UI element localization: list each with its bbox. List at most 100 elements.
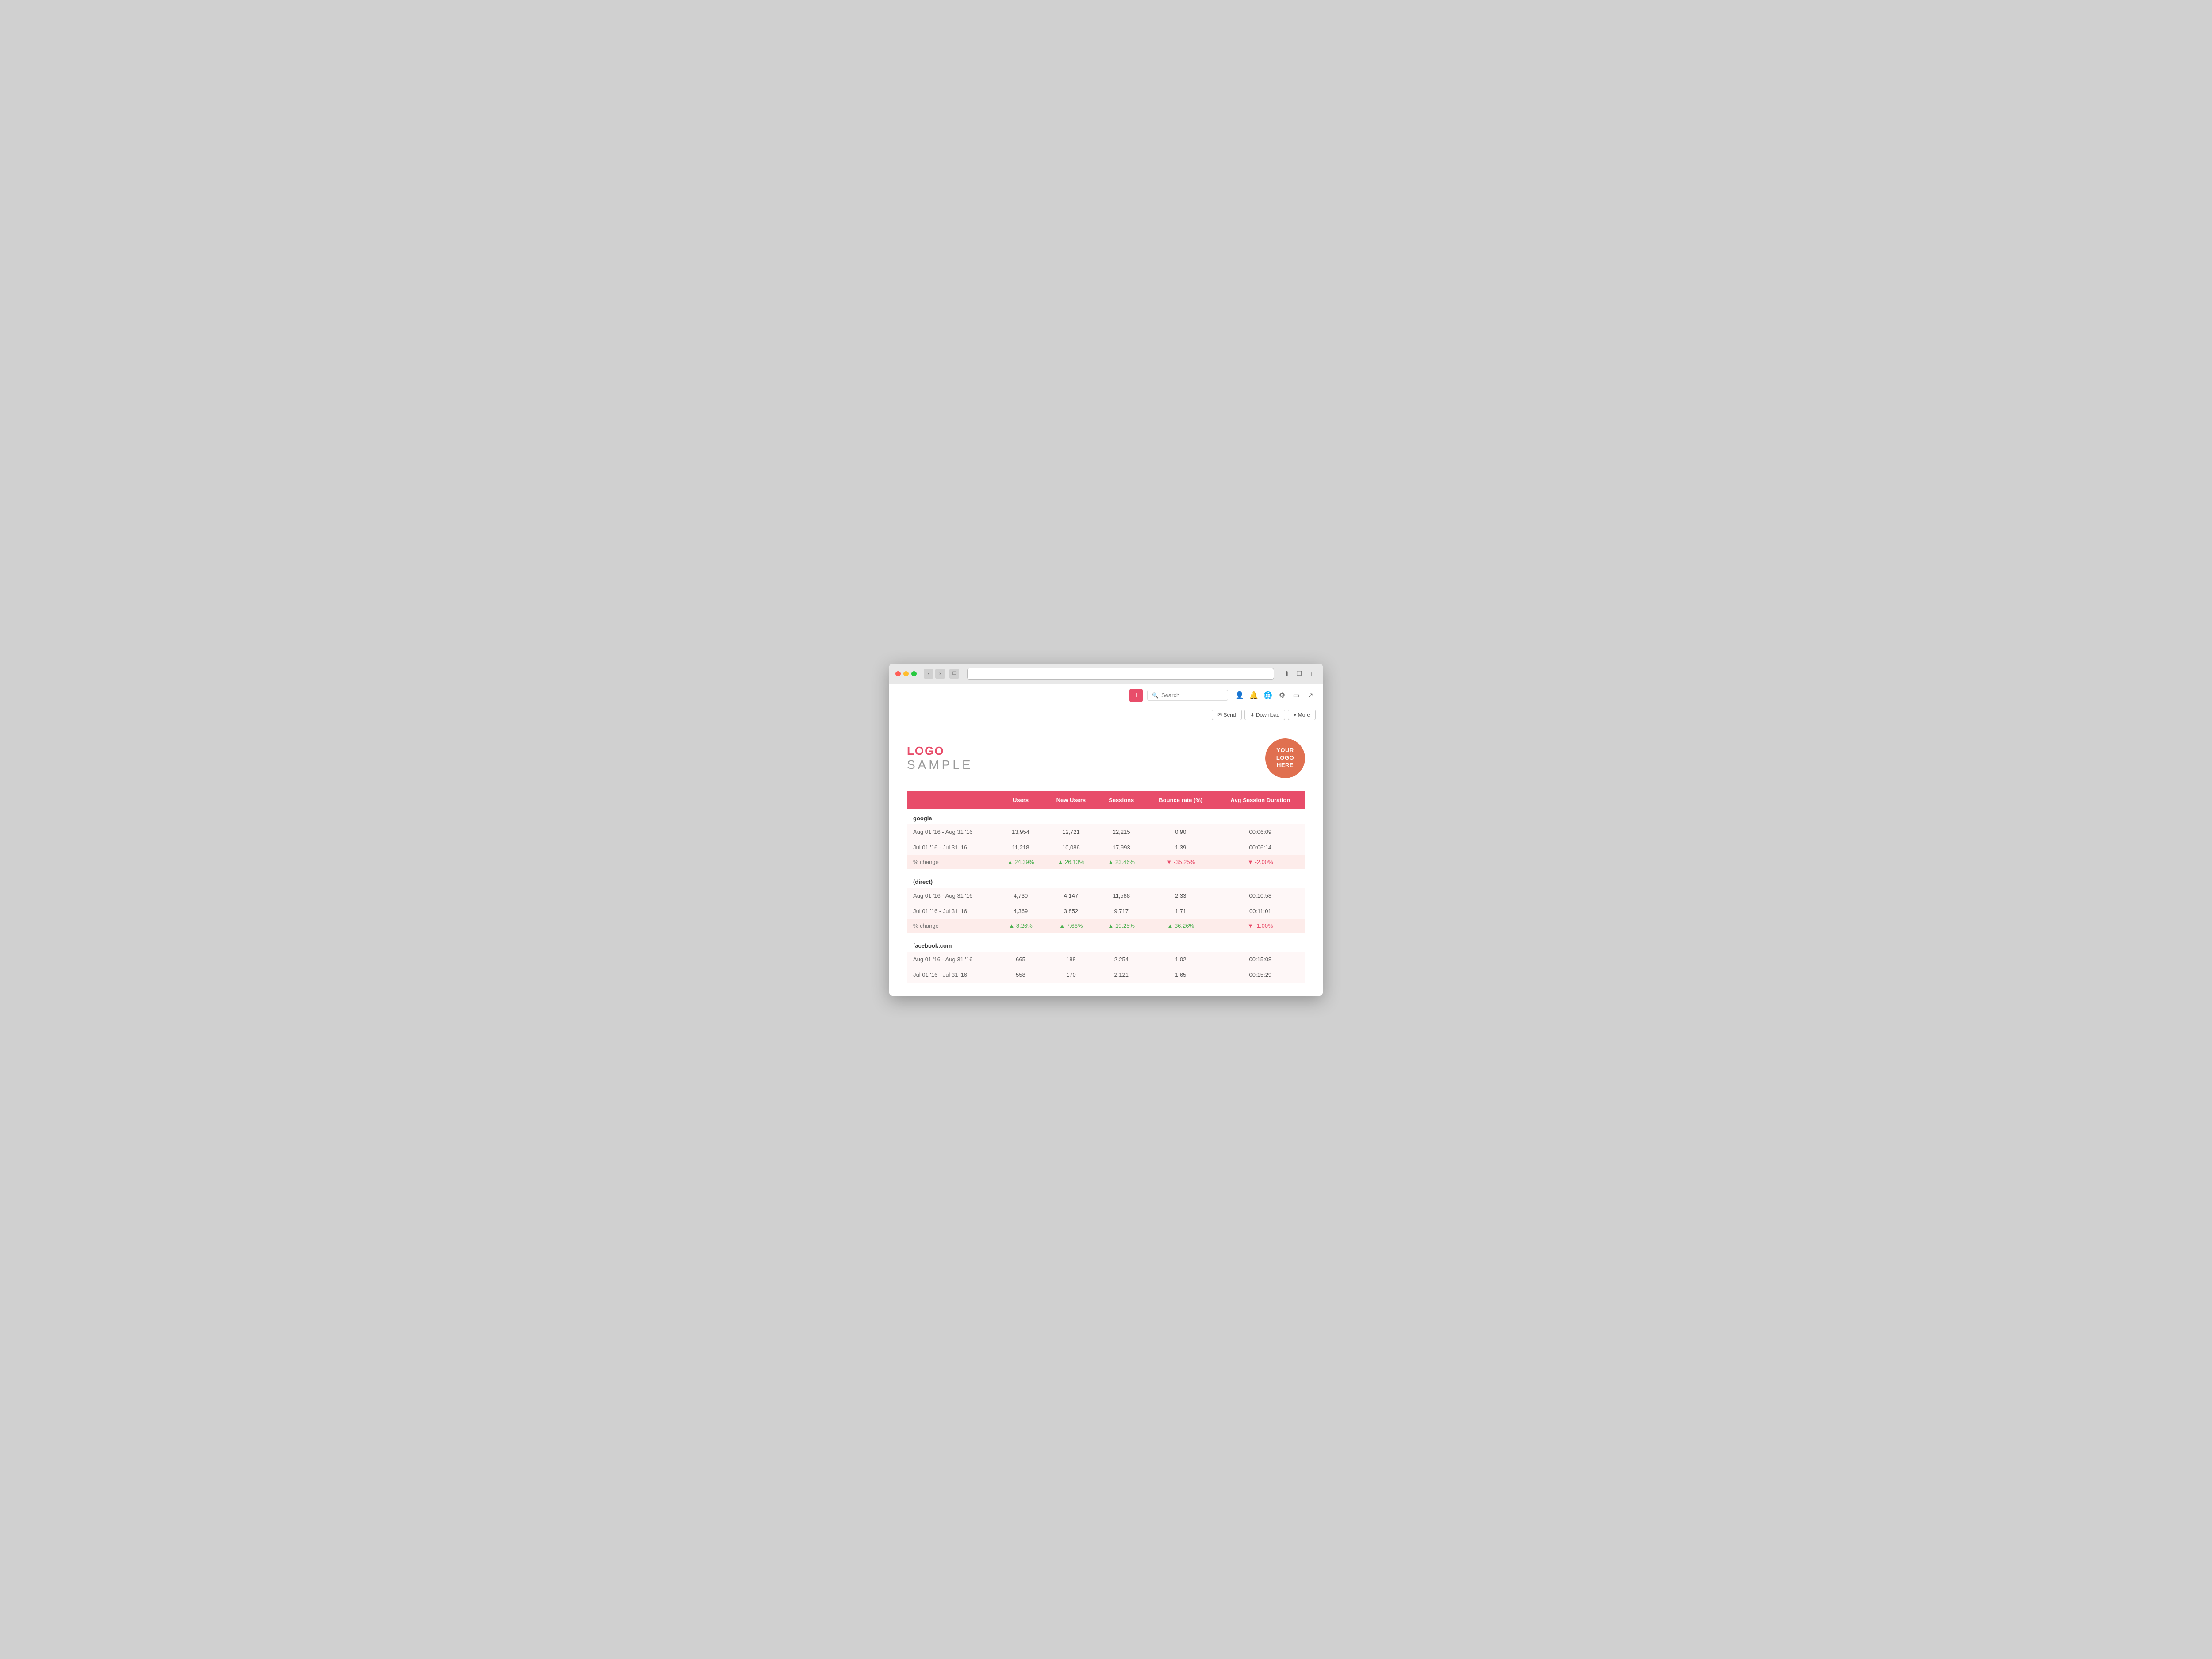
browser-titlebar: ‹ › ☐ ⬆ ❐ +	[889, 664, 1323, 684]
row-users: 558	[996, 967, 1045, 983]
browser-window: ‹ › ☐ ⬆ ❐ + + 🔍 👤 🔔 🌐 ⚙ ▭ ↗ ✉ Send ⬇ Dow…	[889, 664, 1323, 996]
table-row: Jul 01 '16 - Jul 31 '16 11,218 10,086 17…	[907, 840, 1305, 855]
content-area: LOGO SAMPLE YOURLOGOHERE Users New Users…	[889, 725, 1323, 996]
data-table: Users New Users Sessions Bounce rate (%)…	[907, 791, 1305, 983]
maximize-button[interactable]	[911, 671, 917, 676]
add-button[interactable]: +	[1129, 689, 1143, 702]
row-label: Jul 01 '16 - Jul 31 '16	[907, 903, 996, 919]
row-bounce: 2.33	[1146, 888, 1216, 903]
change-row: % change ▲ 8.26% ▲ 7.66% ▲ 19.25% ▲ 36.2…	[907, 919, 1305, 933]
row-sessions: 2,254	[1097, 952, 1146, 967]
change-sessions: ▲ 19.25%	[1097, 919, 1146, 933]
change-bounce: ▲ 36.26%	[1146, 919, 1216, 933]
row-bounce: 0.90	[1146, 824, 1216, 840]
logo-text: LOGO SAMPLE	[907, 744, 973, 772]
row-sessions: 9,717	[1097, 903, 1146, 919]
change-sessions: ▲ 23.46%	[1097, 855, 1146, 869]
row-new-users: 10,086	[1045, 840, 1097, 855]
download-button[interactable]: ⬇ Download	[1244, 710, 1286, 720]
logo-circle: YOURLOGOHERE	[1265, 738, 1305, 778]
group-name: facebook.com	[907, 936, 1305, 952]
view-button[interactable]: ☐	[949, 669, 959, 679]
col-header-label	[907, 791, 996, 809]
change-row: % change ▲ 24.39% ▲ 26.13% ▲ 23.46% ▼ -3…	[907, 855, 1305, 869]
change-avg-session: ▼ -2.00%	[1216, 855, 1305, 869]
logo-circle-text: YOURLOGOHERE	[1276, 747, 1294, 769]
browser-actions: ⬆ ❐ +	[1282, 669, 1317, 679]
col-header-users: Users	[996, 791, 1045, 809]
row-label: Jul 01 '16 - Jul 31 '16	[907, 967, 996, 983]
group-label-row: google	[907, 809, 1305, 824]
row-users: 4,730	[996, 888, 1045, 903]
send-button[interactable]: ✉ Send	[1212, 710, 1241, 720]
globe-icon[interactable]: 🌐	[1263, 690, 1273, 701]
row-avg-session: 00:15:08	[1216, 952, 1305, 967]
row-avg-session: 00:11:01	[1216, 903, 1305, 919]
toolbar-icons: 👤 🔔 🌐 ⚙ ▭ ↗	[1234, 690, 1316, 701]
row-new-users: 12,721	[1045, 824, 1097, 840]
traffic-lights	[895, 671, 917, 676]
more-button[interactable]: ▾ More	[1288, 710, 1316, 720]
row-label: Aug 01 '16 - Aug 31 '16	[907, 888, 996, 903]
row-bounce: 1.65	[1146, 967, 1216, 983]
duplicate-icon[interactable]: ❐	[1294, 669, 1304, 679]
row-users: 13,954	[996, 824, 1045, 840]
row-bounce: 1.71	[1146, 903, 1216, 919]
change-label: % change	[907, 919, 996, 933]
add-tab-icon[interactable]: +	[1307, 669, 1317, 679]
group-name: google	[907, 809, 1305, 824]
search-box: 🔍	[1147, 690, 1228, 701]
col-header-avg-session: Avg Session Duration	[1216, 791, 1305, 809]
row-label: Aug 01 '16 - Aug 31 '16	[907, 952, 996, 967]
row-bounce: 1.39	[1146, 840, 1216, 855]
row-avg-session: 00:06:09	[1216, 824, 1305, 840]
row-sessions: 2,121	[1097, 967, 1146, 983]
url-bar[interactable]	[967, 668, 1274, 680]
table-row: Aug 01 '16 - Aug 31 '16 13,954 12,721 22…	[907, 824, 1305, 840]
table-header-row: Users New Users Sessions Bounce rate (%)…	[907, 791, 1305, 809]
group-label-row: facebook.com	[907, 936, 1305, 952]
change-new-users: ▲ 7.66%	[1045, 919, 1097, 933]
row-sessions: 22,215	[1097, 824, 1146, 840]
change-users: ▲ 8.26%	[996, 919, 1045, 933]
group-name: (direct)	[907, 872, 1305, 888]
search-icon: 🔍	[1152, 692, 1159, 699]
row-avg-session: 00:10:58	[1216, 888, 1305, 903]
row-new-users: 3,852	[1045, 903, 1097, 919]
back-button[interactable]: ‹	[924, 669, 933, 679]
row-sessions: 17,993	[1097, 840, 1146, 855]
row-users: 4,369	[996, 903, 1045, 919]
search-input[interactable]	[1161, 692, 1223, 699]
share-icon[interactable]: ⬆	[1282, 669, 1292, 679]
row-sessions: 11,588	[1097, 888, 1146, 903]
row-new-users: 188	[1045, 952, 1097, 967]
row-avg-session: 00:15:29	[1216, 967, 1305, 983]
export-icon[interactable]: ↗	[1305, 690, 1316, 701]
minimize-button[interactable]	[903, 671, 909, 676]
settings-icon[interactable]: ⚙	[1277, 690, 1287, 701]
bell-icon[interactable]: 🔔	[1248, 690, 1259, 701]
users-icon[interactable]: 👤	[1234, 690, 1245, 701]
logo-row: LOGO SAMPLE YOURLOGOHERE	[907, 738, 1305, 778]
logo-bottom: SAMPLE	[907, 758, 973, 772]
row-users: 11,218	[996, 840, 1045, 855]
col-header-sessions: Sessions	[1097, 791, 1146, 809]
table-row: Aug 01 '16 - Aug 31 '16 4,730 4,147 11,5…	[907, 888, 1305, 903]
row-bounce: 1.02	[1146, 952, 1216, 967]
close-button[interactable]	[895, 671, 901, 676]
row-avg-session: 00:06:14	[1216, 840, 1305, 855]
row-new-users: 4,147	[1045, 888, 1097, 903]
change-bounce: ▼ -35.25%	[1146, 855, 1216, 869]
window-icon[interactable]: ▭	[1291, 690, 1302, 701]
col-header-bounce: Bounce rate (%)	[1146, 791, 1216, 809]
row-new-users: 170	[1045, 967, 1097, 983]
table-row: Jul 01 '16 - Jul 31 '16 4,369 3,852 9,71…	[907, 903, 1305, 919]
forward-button[interactable]: ›	[935, 669, 945, 679]
change-users: ▲ 24.39%	[996, 855, 1045, 869]
table-row: Aug 01 '16 - Aug 31 '16 665 188 2,254 1.…	[907, 952, 1305, 967]
change-label: % change	[907, 855, 996, 869]
row-label: Aug 01 '16 - Aug 31 '16	[907, 824, 996, 840]
col-header-new-users: New Users	[1045, 791, 1097, 809]
action-bar: ✉ Send ⬇ Download ▾ More	[889, 707, 1323, 725]
logo-top: LOGO	[907, 744, 973, 758]
